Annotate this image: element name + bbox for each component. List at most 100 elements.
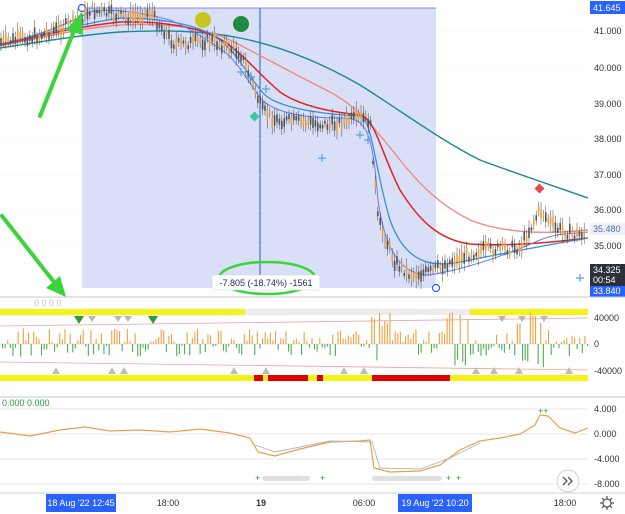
candle-body — [461, 251, 463, 262]
candle-body — [470, 253, 473, 259]
volume-bar — [12, 344, 14, 357]
volume-bar — [217, 330, 219, 344]
time-tick: 06:00 — [353, 498, 376, 508]
trading-chart[interactable]: -7.805 (-18.74%) -1561 41.000 40.000 39.… — [0, 0, 625, 514]
candle-body — [377, 211, 379, 217]
candle-body — [38, 34, 41, 41]
volume-bar — [158, 336, 160, 344]
scroll-to-realtime-button[interactable] — [556, 469, 580, 493]
oscillator-scroll-strip[interactable] — [262, 476, 310, 481]
volume-bar — [423, 339, 425, 344]
price-pane[interactable]: -7.805 (-18.74%) -1561 — [0, 0, 589, 297]
candle-body — [115, 13, 117, 22]
volume-bar — [412, 333, 414, 344]
candle-body — [475, 252, 477, 257]
candle-body — [276, 114, 278, 123]
candle-body — [213, 33, 216, 44]
candle-body — [2, 35, 5, 43]
candle-body — [288, 114, 290, 120]
signal-triangles-bottom — [52, 367, 573, 374]
candle-body — [129, 8, 132, 20]
volume-bar — [280, 338, 282, 344]
volume-bar — [483, 344, 485, 349]
candle-body — [501, 241, 504, 247]
volume-bar — [90, 330, 92, 344]
chart-settings-button[interactable] — [600, 496, 614, 510]
price-axis[interactable]: 41.000 40.000 39.000 38.000 37.000 36.00… — [588, 0, 625, 297]
candle-body — [319, 124, 321, 129]
time-axis[interactable]: 18 Aug '22 12:45 18:00 19 06:00 19 Aug '… — [0, 492, 625, 512]
volume-bar — [264, 332, 266, 344]
candle-body — [290, 118, 293, 126]
volume-bar — [80, 335, 82, 344]
candle-body — [24, 37, 26, 43]
candle-body — [312, 117, 314, 128]
volume-bar — [545, 340, 547, 344]
volume-bar — [204, 344, 206, 353]
volume-bar — [46, 344, 48, 350]
volume-bar — [371, 316, 373, 344]
volume-bar — [108, 344, 110, 356]
oscillator-scroll-strip[interactable] — [372, 476, 442, 481]
candle-body — [199, 38, 201, 44]
candle-body — [237, 51, 240, 59]
volume-bars — [2, 312, 589, 368]
volume-bar — [373, 318, 375, 344]
candle-body — [261, 101, 264, 110]
price-tick: 38.000 — [594, 134, 622, 144]
volume-bar — [290, 344, 292, 355]
candle-body — [161, 25, 163, 31]
candle-body — [158, 24, 161, 29]
svg-text:++: ++ — [538, 406, 549, 416]
marker-yellow-dot[interactable] — [195, 12, 211, 28]
candle-body — [62, 25, 65, 34]
candle-body — [391, 253, 393, 262]
oscillator-pane[interactable]: 0.000 0.000 +++ +++ ++ 4.000 0.000 -4.00… — [0, 398, 620, 493]
volume-pane[interactable]: 0 0 0 0 40000 0 -40000 — [0, 298, 622, 381]
volume-bar — [522, 344, 524, 361]
measure-selection-area[interactable] — [82, 8, 436, 288]
candle-body — [93, 9, 96, 20]
volume-bar — [553, 344, 555, 348]
candle-body — [36, 36, 38, 44]
candle-body — [300, 118, 302, 124]
candle-body — [141, 15, 144, 24]
svg-text:+: + — [456, 473, 461, 483]
volume-bar — [537, 344, 539, 364]
candle-body — [269, 111, 271, 115]
volume-bar — [51, 341, 53, 344]
volume-bar — [186, 332, 188, 344]
candle-body — [487, 242, 489, 247]
marker-green-dot[interactable] — [233, 16, 249, 32]
candle-body — [511, 240, 513, 248]
candle-body — [336, 123, 338, 133]
volume-bar — [67, 344, 69, 353]
volume-bar — [532, 315, 534, 344]
candle-body — [480, 246, 482, 254]
oscillator-line — [0, 414, 589, 473]
candle-body — [29, 35, 31, 41]
volume-bar — [464, 344, 466, 366]
volume-bar — [189, 344, 191, 356]
candle-body — [573, 235, 576, 240]
volume-bar — [511, 340, 513, 344]
candle-body — [139, 12, 141, 23]
candle-body — [583, 229, 585, 238]
volume-bar — [30, 344, 32, 356]
candle-body — [494, 248, 497, 255]
volume-bar — [85, 344, 87, 347]
volume-bar — [152, 341, 154, 344]
candle-body — [331, 115, 333, 125]
candle-body — [201, 39, 204, 51]
candle-body — [489, 242, 492, 249]
volume-bar — [405, 336, 407, 344]
volume-bar — [288, 344, 290, 352]
candle-body — [482, 241, 485, 251]
volume-bar — [397, 333, 399, 344]
candle-body — [533, 219, 535, 226]
selection-handle-end[interactable] — [431, 283, 441, 293]
candle-body — [105, 12, 108, 17]
candle-body — [528, 227, 530, 238]
candle-body — [297, 115, 300, 121]
volume-bar — [509, 344, 511, 350]
